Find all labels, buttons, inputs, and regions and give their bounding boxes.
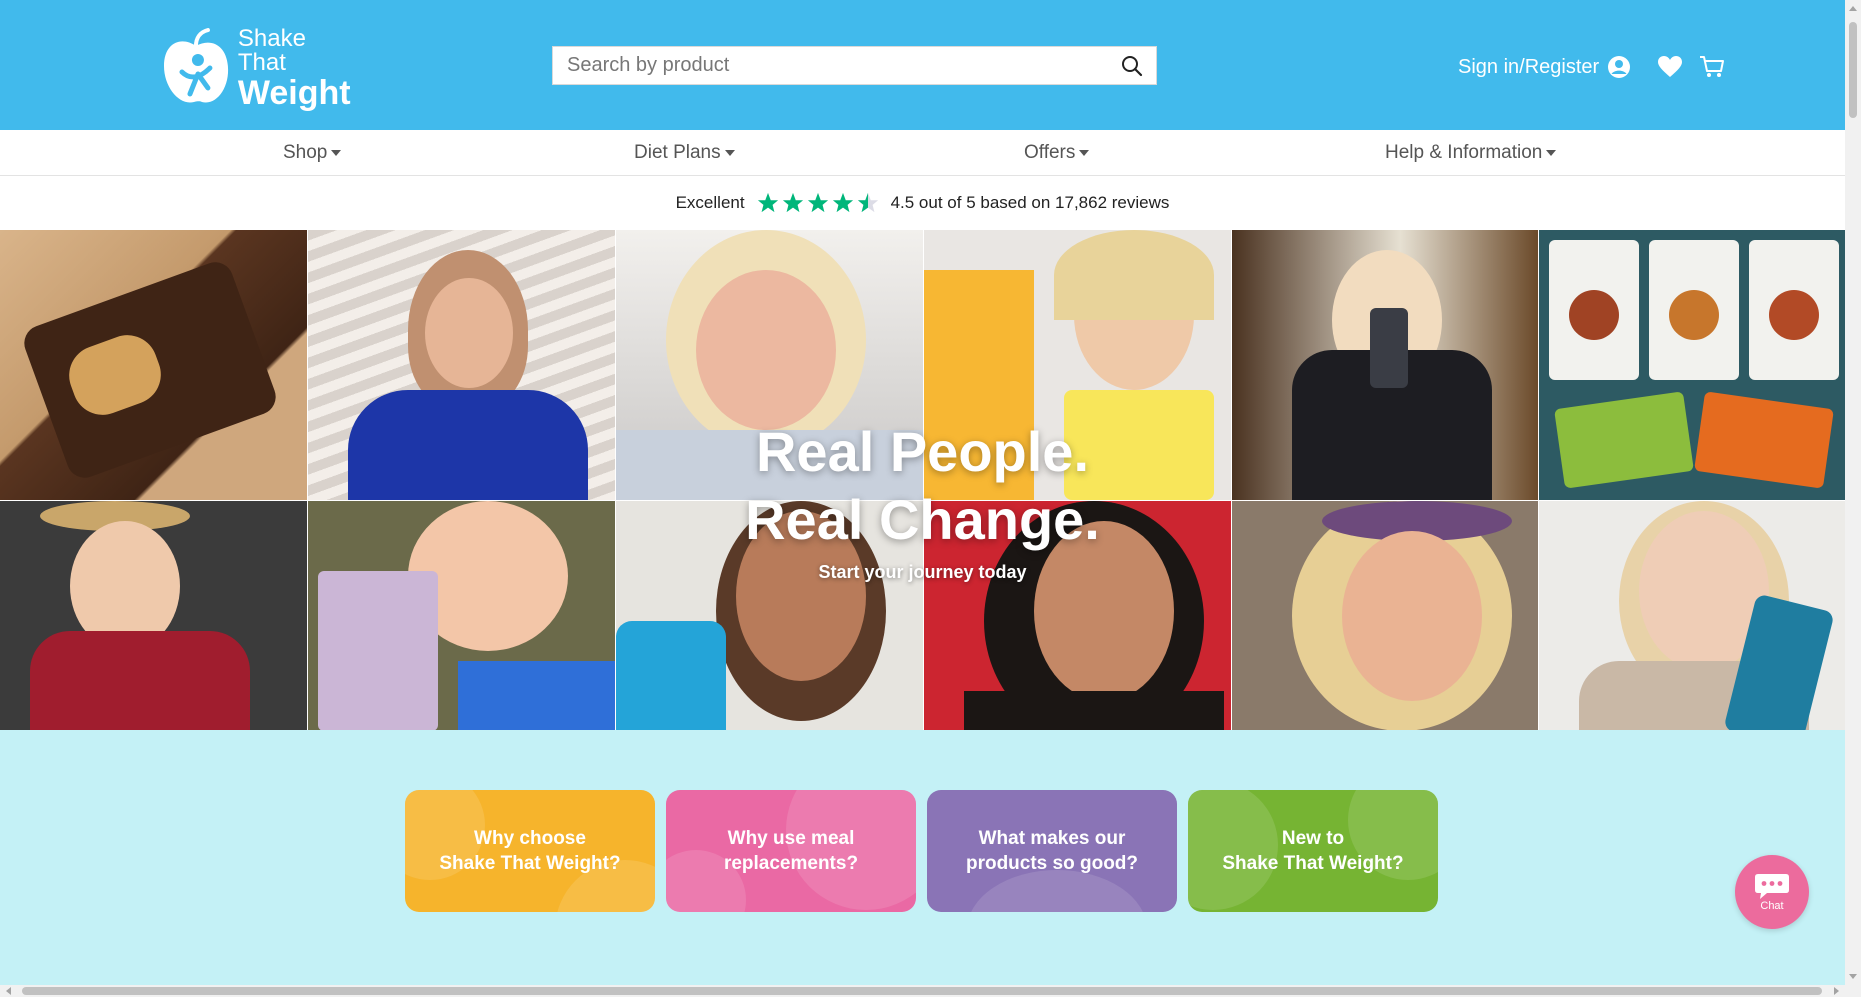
hero-tile-woman-shake-pack: [308, 501, 615, 730]
site-header: Shake That Weight Sign in/Register: [0, 0, 1845, 130]
trust-rating-word: Excellent: [675, 193, 745, 212]
nav-label: Shop: [283, 142, 328, 163]
vertical-scroll-thumb[interactable]: [1849, 22, 1857, 118]
wishlist-button[interactable]: [1657, 55, 1683, 79]
chat-button[interactable]: Chat: [1735, 855, 1809, 929]
nav-label: Offers: [1024, 142, 1076, 163]
chat-label: Chat: [1760, 900, 1784, 912]
scroll-up-arrow-icon[interactable]: [1849, 6, 1857, 11]
card-label: What makes our products so good?: [965, 828, 1139, 874]
info-cards-section: Why choose Shake That Weight? Why use me…: [0, 730, 1845, 985]
apple-logo-icon: [163, 28, 229, 103]
trust-summary: 4.5 out of 5 based on 17,862 reviews: [890, 193, 1170, 212]
card-what-makes-products-good[interactable]: What makes our products so good?: [927, 790, 1177, 912]
chat-bubble-icon: [1755, 874, 1789, 899]
logo-line2: Weight: [237, 73, 351, 112]
search-button[interactable]: [1108, 47, 1156, 84]
card-label: New to Shake That Weight?: [1222, 828, 1404, 874]
vertical-scrollbar[interactable]: [1845, 0, 1861, 985]
nav-help-information[interactable]: Help & Information: [1385, 142, 1557, 164]
nav-diet-plans[interactable]: Diet Plans: [634, 142, 735, 164]
signin-label: Sign in/Register: [1458, 55, 1600, 78]
hero-tile-woman-shake-box: [924, 230, 1231, 500]
chevron-down-icon: [1079, 150, 1090, 156]
card-label: Why choose Shake That Weight?: [439, 828, 621, 874]
user-circle-icon: [1608, 56, 1631, 78]
nav-label: Diet Plans: [634, 142, 721, 163]
star-icon: [807, 192, 828, 213]
main-nav: Shop Diet Plans Offers Help & Informatio…: [0, 130, 1845, 176]
horizontal-scroll-thumb[interactable]: [22, 987, 1822, 995]
nav-offers[interactable]: Offers: [1024, 142, 1090, 164]
search-bar: [552, 46, 1157, 85]
card-new-to-shake-that-weight[interactable]: New to Shake That Weight?: [1188, 790, 1438, 912]
star-icon: [757, 192, 778, 213]
cart-icon: [1700, 56, 1725, 77]
hero-tile-woman-sun-hat: [0, 501, 307, 730]
hero-tile-mirror-selfie: [1232, 230, 1538, 500]
trustpilot-widget[interactable]: Excellent 4.5 out of 5 based on 17,862 r…: [0, 177, 1845, 229]
star-half-icon: [857, 192, 878, 213]
signin-register-link[interactable]: Sign in/Register: [1458, 55, 1631, 79]
chevron-down-icon: [724, 150, 735, 156]
card-why-choose[interactable]: Why choose Shake That Weight?: [405, 790, 655, 912]
hero-banner[interactable]: Real People. Real Change. Start your jou…: [0, 230, 1845, 730]
star-icon: [832, 192, 853, 213]
scroll-down-arrow-icon[interactable]: [1849, 974, 1857, 979]
hero-tile-meal-pouches: [1539, 230, 1845, 500]
horizontal-scrollbar[interactable]: [0, 985, 1861, 997]
nav-shop[interactable]: Shop: [283, 142, 342, 164]
heart-icon: [1658, 56, 1683, 77]
card-label: Why use meal replacements?: [723, 828, 859, 874]
search-input[interactable]: [553, 47, 1108, 84]
hero-tile-smiling-selfie: [924, 501, 1231, 730]
header-actions: Sign in/Register: [1458, 50, 1725, 84]
chevron-down-icon: [1546, 150, 1557, 156]
scroll-right-arrow-icon[interactable]: [1834, 987, 1839, 995]
trust-stars: [757, 192, 879, 214]
search-icon: [1122, 55, 1143, 76]
hero-tile-woman-shaker: [616, 501, 923, 730]
site-logo[interactable]: Shake That Weight: [160, 26, 360, 110]
hero-tile-woman-headband: [1232, 501, 1538, 730]
logo-line1: Shake That: [237, 24, 306, 76]
hero-tile-woman-blue-shaker: [1539, 501, 1845, 730]
star-icon: [782, 192, 803, 213]
nav-label: Help & Information: [1385, 142, 1543, 163]
hero-tile-blonde-woman: [616, 230, 923, 500]
chevron-down-icon: [331, 150, 342, 156]
hero-tile-chocolate-bar: [0, 230, 307, 500]
card-why-meal-replacements[interactable]: Why use meal replacements?: [666, 790, 916, 912]
scroll-left-arrow-icon[interactable]: [6, 987, 11, 995]
cart-button[interactable]: [1699, 55, 1725, 79]
hero-tile-woman-blue-dress: [308, 230, 615, 500]
